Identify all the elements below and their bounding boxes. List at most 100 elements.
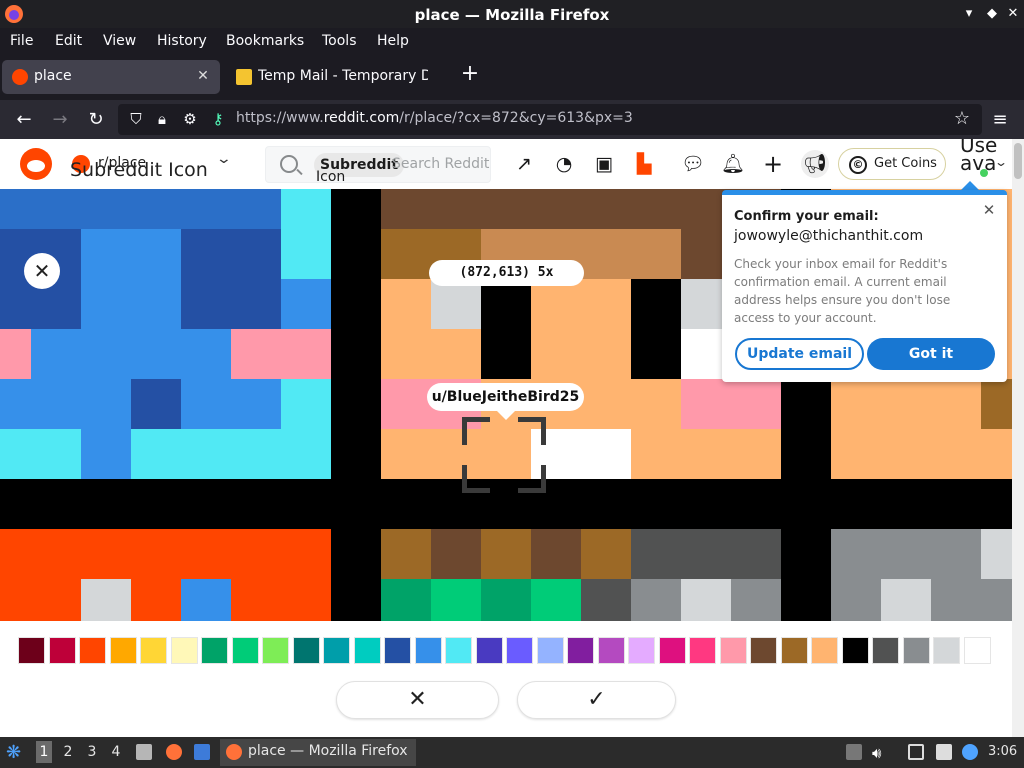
- color-swatch[interactable]: [567, 637, 594, 664]
- chevron-down-icon[interactable]: ⌄: [216, 151, 232, 167]
- firefox-launcher-icon[interactable]: [166, 744, 182, 760]
- color-swatch[interactable]: [597, 637, 625, 664]
- chat-icon[interactable]: 💬︎: [681, 152, 705, 176]
- tab-temp-mail[interactable]: Temp Mail - Temporary Di: [226, 60, 448, 94]
- clipboard-icon[interactable]: [936, 744, 952, 760]
- color-swatch[interactable]: [872, 637, 899, 664]
- place-icon[interactable]: ▙: [632, 152, 656, 176]
- taskbar-firefox-window[interactable]: place — Mozilla Firefox: [220, 739, 416, 766]
- menu-bookmarks[interactable]: Bookmarks: [226, 33, 304, 49]
- confirm-button[interactable]: ✓: [517, 681, 676, 719]
- scrollbar-thumb[interactable]: [1014, 143, 1022, 179]
- color-swatch[interactable]: [140, 637, 167, 664]
- color-swatch[interactable]: [231, 637, 259, 664]
- color-swatch[interactable]: [323, 637, 350, 664]
- color-swatch[interactable]: [353, 637, 381, 664]
- update-email-button[interactable]: Update email: [735, 338, 864, 370]
- color-swatch[interactable]: [719, 637, 747, 664]
- start-menu-icon[interactable]: ❋: [6, 742, 26, 763]
- color-swatch[interactable]: [414, 637, 442, 664]
- color-swatch[interactable]: [384, 637, 411, 664]
- color-swatch[interactable]: [628, 637, 655, 664]
- lock-icon[interactable]: 🔒︎: [150, 107, 174, 131]
- workspace-1[interactable]: 1: [36, 741, 52, 763]
- shield-icon[interactable]: ⛉: [124, 107, 148, 131]
- workspace-2[interactable]: 2: [60, 744, 76, 760]
- menu-view[interactable]: View: [103, 33, 136, 49]
- close-window-icon[interactable]: ✕: [1004, 5, 1022, 23]
- page-scrollbar[interactable]: [1012, 139, 1024, 737]
- color-swatch[interactable]: [780, 637, 808, 664]
- canvas-pixel: [681, 379, 781, 429]
- notifications-icon[interactable]: [962, 744, 978, 760]
- got-it-button[interactable]: Got it: [867, 338, 995, 370]
- rpan-icon[interactable]: ▣: [592, 152, 616, 176]
- pixel-author-pill[interactable]: u/BlueJeitheBird25: [427, 383, 584, 411]
- color-swatch[interactable]: [201, 637, 228, 664]
- color-swatch[interactable]: [811, 637, 838, 664]
- get-coins-button[interactable]: © Get Coins: [838, 148, 946, 180]
- user-avatar[interactable]: Use ava: [960, 139, 997, 173]
- advertise-megaphone-icon[interactable]: 📢︎: [801, 150, 829, 178]
- minimize-icon[interactable]: ▾: [960, 5, 978, 23]
- color-swatch[interactable]: [963, 637, 991, 664]
- close-canvas-button[interactable]: ✕: [24, 253, 60, 289]
- upload-tray-icon[interactable]: [846, 744, 862, 760]
- reddit-logo-icon[interactable]: [20, 148, 52, 180]
- search-input[interactable]: Search Reddit: [392, 156, 489, 172]
- maximize-icon[interactable]: ◆: [983, 5, 1001, 23]
- color-swatch[interactable]: [536, 637, 564, 664]
- canvas-pixel: [481, 579, 531, 621]
- close-icon[interactable]: ✕: [980, 201, 998, 219]
- cancel-button[interactable]: ✕: [336, 681, 499, 719]
- url-bar[interactable]: ⛉ 🔒︎ ⚙ ⚷ https://www.reddit.com/r/place/…: [118, 104, 982, 135]
- notification-bell-icon[interactable]: 🔔︎: [721, 152, 745, 176]
- tab-place[interactable]: place ✕: [2, 60, 220, 94]
- color-swatch[interactable]: [48, 637, 76, 664]
- volume-icon[interactable]: 🔊︎: [872, 744, 888, 762]
- workspace-3[interactable]: 3: [84, 744, 100, 760]
- color-swatch[interactable]: [902, 637, 930, 664]
- forward-arrow-icon[interactable]: →: [48, 108, 72, 132]
- key-icon[interactable]: ⚷: [206, 107, 230, 131]
- url-text[interactable]: https://www.reddit.com/r/place/?cx=872&c…: [236, 110, 633, 126]
- bookmark-star-icon[interactable]: ☆: [950, 107, 974, 131]
- color-swatch[interactable]: [475, 637, 503, 664]
- file-manager-icon[interactable]: [136, 744, 152, 760]
- hamburger-menu-icon[interactable]: ≡: [988, 108, 1012, 132]
- color-swatch[interactable]: [262, 637, 289, 664]
- desktop-icon[interactable]: [194, 744, 210, 760]
- user-menu-chevron-icon[interactable]: ⌄: [994, 155, 1008, 169]
- menu-edit[interactable]: Edit: [55, 33, 82, 49]
- color-swatch[interactable]: [170, 637, 198, 664]
- color-swatch[interactable]: [506, 637, 533, 664]
- permissions-icon[interactable]: ⚙: [178, 107, 202, 131]
- menu-history[interactable]: History: [157, 33, 207, 49]
- menu-file[interactable]: File: [10, 33, 33, 49]
- reload-icon[interactable]: ↻: [84, 108, 108, 132]
- color-swatch[interactable]: [933, 637, 960, 664]
- color-swatch[interactable]: [109, 637, 137, 664]
- new-tab-icon[interactable]: +: [458, 63, 482, 87]
- canvas-pixel: [431, 579, 481, 621]
- network-icon[interactable]: [908, 744, 924, 760]
- color-swatch[interactable]: [689, 637, 716, 664]
- color-swatch[interactable]: [750, 637, 777, 664]
- color-swatch[interactable]: [841, 637, 869, 664]
- workspace-4[interactable]: 4: [108, 744, 124, 760]
- menu-help[interactable]: Help: [377, 33, 409, 49]
- create-post-icon[interactable]: +: [761, 152, 785, 176]
- menu-tools[interactable]: Tools: [322, 33, 357, 49]
- close-tab-icon[interactable]: ✕: [194, 67, 212, 85]
- search-bar[interactable]: Subreddit Icon Search Reddit: [265, 146, 491, 185]
- stats-icon[interactable]: ◔: [552, 152, 576, 176]
- popular-icon[interactable]: ↗: [512, 152, 536, 176]
- back-arrow-icon[interactable]: ←: [12, 108, 36, 132]
- coordinates-pill[interactable]: (872,613) 5x: [429, 260, 584, 286]
- color-swatch[interactable]: [18, 637, 45, 664]
- color-swatch[interactable]: [292, 637, 320, 664]
- color-swatch[interactable]: [658, 637, 686, 664]
- canvas-pixel: [231, 329, 331, 379]
- color-swatch[interactable]: [79, 637, 106, 664]
- color-swatch[interactable]: [445, 637, 472, 664]
